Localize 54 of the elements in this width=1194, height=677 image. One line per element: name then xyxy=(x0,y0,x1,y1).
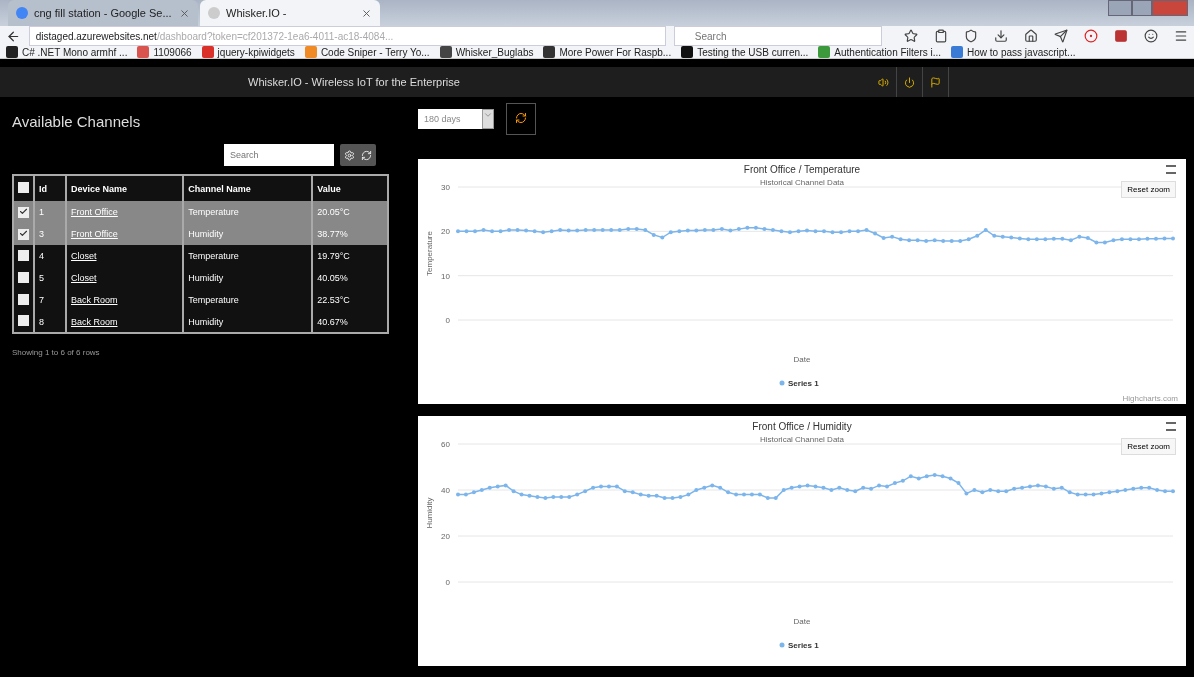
search-field[interactable]: Search xyxy=(224,144,334,166)
y-tick-label: 40 xyxy=(441,486,450,495)
bookmark-link[interactable]: Whisker_Buglabs xyxy=(439,46,534,58)
table-cell: 40.67% xyxy=(312,311,388,333)
column-header[interactable]: Channel Name xyxy=(183,175,313,201)
y-axis-title: Temperature xyxy=(425,231,434,276)
x-axis-title: Date xyxy=(793,355,811,364)
reset-zoom-button[interactable]: Reset zoom xyxy=(1121,181,1176,198)
bookmark-link[interactable]: C# .NET Mono armhf ... xyxy=(6,46,128,58)
browser-tab[interactable]: cng fill station - Google Se... xyxy=(8,0,198,26)
device-link[interactable]: Back Room xyxy=(71,295,118,305)
device-link[interactable]: Closet xyxy=(71,273,97,283)
device-link[interactable]: Closet xyxy=(71,251,97,261)
bookmark-link[interactable]: Code Sniper - Terry Yo... xyxy=(304,46,430,58)
app-title: Whisker.IO - Wireless IoT for the Enterprise xyxy=(248,76,460,88)
y-tick-label: 20 xyxy=(441,227,450,237)
chart-subtitle: Historical Channel Data xyxy=(760,435,844,444)
column-header[interactable]: Value xyxy=(312,175,388,201)
credits-text: Highcharts.com xyxy=(1122,394,1178,403)
address-field[interactable]: distaged.azurewebsites.net/dashboard?token=cf201372-1ea6-4011-ac18-4084... xyxy=(28,26,666,46)
y-axis-title: Humidity xyxy=(425,497,434,529)
device-link[interactable]: Front Office xyxy=(71,207,118,217)
column-header[interactable]: Id xyxy=(34,175,66,201)
bookmark-link[interactable]: How to pass javascript... xyxy=(951,46,1076,58)
y-tick-label: 0 xyxy=(445,578,450,587)
legend-item[interactable]: Series 1 xyxy=(779,641,819,650)
column-header[interactable]: Device Name xyxy=(66,175,184,201)
chart-title: Front Office / Humidity xyxy=(752,421,852,432)
bookmark-link[interactable]: 1109066 xyxy=(137,46,192,58)
y-tick-label: 60 xyxy=(441,440,450,449)
bookmark-link[interactable]: Authentication Filters i... xyxy=(818,46,942,58)
table-cell: Humidity xyxy=(183,311,313,333)
device-link[interactable]: Back Room xyxy=(71,316,118,327)
search-field[interactable]: Search xyxy=(673,26,882,46)
device-link[interactable]: Front Office xyxy=(71,229,118,239)
bookmark-link[interactable]: jquery-kpiwidgets xyxy=(201,46,295,58)
range-dropdown[interactable]: 180 days xyxy=(418,109,494,129)
table-cell: 8 xyxy=(34,311,66,333)
y-tick-label: 10 xyxy=(441,271,450,281)
y-tick-label: 30 xyxy=(441,183,450,192)
chart-subtitle: Historical Channel Data xyxy=(760,178,844,187)
legend-item[interactable]: Series 1 xyxy=(779,379,819,388)
tab-title: cng fill station - Google Se... xyxy=(34,7,172,19)
y-tick-label: 20 xyxy=(441,532,450,541)
chart-title: Front Office / Temperature xyxy=(743,164,861,175)
reset-zoom-button[interactable]: Reset zoom xyxy=(1121,438,1176,455)
x-axis-title: Date xyxy=(793,617,811,626)
bookmark-link[interactable]: More Power For Raspb... xyxy=(543,46,672,58)
browser-tab[interactable]: Whisker.IO - xyxy=(200,0,380,26)
pagination-text: Showing 1 to 6 of 6 rows xyxy=(12,348,101,357)
panel-title: Available Channels xyxy=(12,113,142,130)
tab-title: Whisker.IO - xyxy=(226,7,287,19)
y-tick-label: 0 xyxy=(445,316,450,325)
bookmark-link[interactable]: Testing the USB curren... xyxy=(681,46,809,58)
